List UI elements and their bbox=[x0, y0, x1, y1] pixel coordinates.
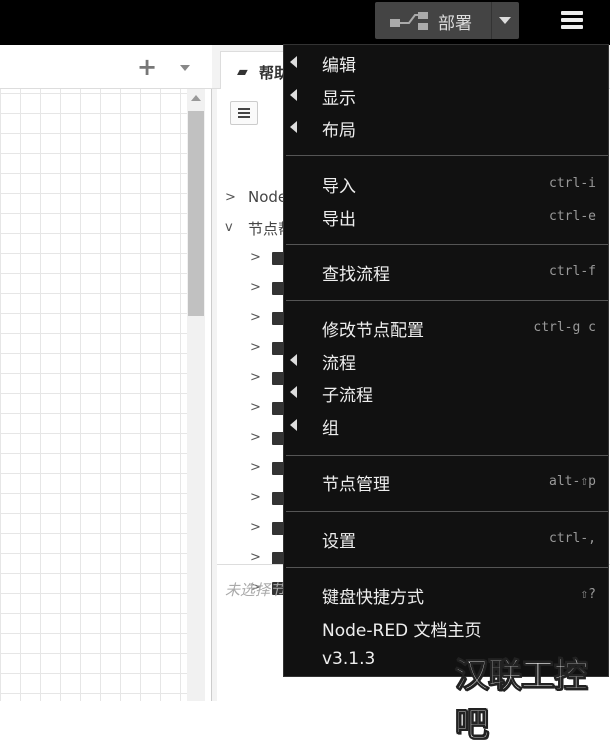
header-bar: 部署 bbox=[0, 0, 610, 45]
menu-separator bbox=[286, 244, 608, 245]
menu-item-label: 节点管理 bbox=[322, 475, 390, 495]
menu-item-label: Node-RED 文档主页 bbox=[322, 621, 482, 641]
chevron-right-icon: > bbox=[250, 370, 261, 385]
menu-item-label: 导出 bbox=[322, 210, 356, 230]
chevron-down-icon[interactable] bbox=[180, 65, 190, 71]
menu-item-settings[interactable]: 设置 ctrl-, bbox=[284, 522, 610, 554]
menu-item-config-nodes[interactable]: 修改节点配置 ctrl-g c bbox=[284, 311, 610, 343]
deploy-options-caret-icon[interactable] bbox=[499, 17, 511, 24]
chevron-right-icon: > bbox=[250, 280, 261, 295]
menu-item-subflows[interactable]: 子流程 bbox=[284, 376, 610, 408]
menu-item-label: v3.1.3 bbox=[322, 649, 376, 669]
menu-item-import[interactable]: 导入 ctrl-i bbox=[284, 167, 610, 199]
deploy-flow-icon bbox=[390, 12, 428, 30]
chevron-right-icon: > bbox=[225, 190, 236, 205]
chevron-right-icon: > bbox=[250, 520, 261, 535]
chevron-down-icon: v bbox=[225, 220, 233, 235]
chevron-right-icon: > bbox=[250, 400, 261, 415]
flow-canvas[interactable] bbox=[0, 89, 187, 701]
deploy-button[interactable]: 部署 bbox=[375, 2, 519, 39]
menu-item-documentation[interactable]: Node-RED 文档主页 bbox=[284, 611, 610, 643]
menu-item-shortcut: ⇧? bbox=[580, 587, 596, 602]
menu-item-label: 编辑 bbox=[322, 56, 356, 76]
submenu-arrow-icon bbox=[290, 89, 297, 101]
canvas-scrollbar[interactable] bbox=[187, 89, 205, 701]
book-icon: ▰ bbox=[237, 64, 248, 80]
chevron-right-icon: > bbox=[250, 550, 261, 565]
menu-item-shortcut: alt-⇧p bbox=[549, 474, 596, 489]
menu-item-label: 设置 bbox=[322, 532, 356, 552]
menu-item-shortcut: ctrl-g c bbox=[533, 320, 596, 335]
menu-separator bbox=[286, 455, 608, 456]
workspace: + bbox=[0, 45, 212, 701]
menu-item-shortcut: ctrl-, bbox=[549, 531, 596, 546]
submenu-arrow-icon bbox=[290, 354, 297, 366]
menu-item-shortcut: ctrl-e bbox=[549, 209, 596, 224]
menu-item-shortcut: ctrl-f bbox=[549, 264, 596, 279]
hamburger-menu-icon[interactable] bbox=[561, 11, 585, 31]
menu-item-shortcut: ctrl-i bbox=[549, 176, 596, 191]
chevron-right-icon: > bbox=[250, 460, 261, 475]
chevron-right-icon: > bbox=[250, 490, 261, 505]
chevron-right-icon: > bbox=[250, 310, 261, 325]
menu-item-label: 导入 bbox=[322, 177, 356, 197]
menu-item-manage-palette[interactable]: 节点管理 alt-⇧p bbox=[284, 465, 610, 497]
submenu-arrow-icon bbox=[290, 386, 297, 398]
workspace-tab-bar: + bbox=[0, 45, 212, 89]
menu-item-edit[interactable]: 编辑 bbox=[284, 46, 610, 78]
menu-item-flows[interactable]: 流程 bbox=[284, 344, 610, 376]
menu-item-label: 子流程 bbox=[322, 386, 373, 406]
menu-item-label: 键盘快捷方式 bbox=[322, 588, 424, 608]
menu-separator bbox=[286, 300, 608, 301]
menu-item-label: 查找流程 bbox=[322, 265, 390, 285]
menu-separator bbox=[286, 155, 608, 156]
chevron-right-icon: > bbox=[250, 250, 261, 265]
menu-item-label: 布局 bbox=[322, 121, 356, 141]
deploy-label: 部署 bbox=[438, 14, 472, 34]
menu-item-view[interactable]: 显示 bbox=[284, 79, 610, 111]
list-toggle-button[interactable] bbox=[230, 101, 258, 125]
menu-item-export[interactable]: 导出 ctrl-e bbox=[284, 200, 610, 232]
menu-item-label: 组 bbox=[322, 419, 339, 439]
submenu-arrow-icon bbox=[290, 419, 297, 431]
menu-item-arrange[interactable]: 布局 bbox=[284, 111, 610, 143]
menu-item-groups[interactable]: 组 bbox=[284, 409, 610, 441]
main-menu: 编辑 显示 布局 导入 ctrl-i 导出 ctrl-e 查找流程 ctrl-f… bbox=[283, 44, 609, 677]
menu-item-search-flows[interactable]: 查找流程 ctrl-f bbox=[284, 255, 610, 287]
menu-separator bbox=[286, 567, 608, 568]
submenu-arrow-icon bbox=[290, 56, 297, 68]
chevron-right-icon: > bbox=[250, 340, 261, 355]
chevron-right-icon: > bbox=[250, 430, 261, 445]
menu-item-label: 修改节点配置 bbox=[322, 321, 424, 341]
watermark-logo: 汉联工控吧 bbox=[455, 656, 589, 746]
plus-icon[interactable]: + bbox=[137, 53, 157, 81]
deploy-separator bbox=[491, 2, 492, 39]
menu-separator bbox=[286, 511, 608, 512]
scrollbar-thumb[interactable] bbox=[188, 111, 204, 316]
menu-item-keyboard-shortcuts[interactable]: 键盘快捷方式 ⇧? bbox=[284, 578, 610, 610]
menu-item-label: 显示 bbox=[322, 89, 356, 109]
menu-item-label: 流程 bbox=[322, 354, 356, 374]
submenu-arrow-icon bbox=[290, 121, 297, 133]
scroll-up-icon[interactable] bbox=[191, 95, 201, 101]
